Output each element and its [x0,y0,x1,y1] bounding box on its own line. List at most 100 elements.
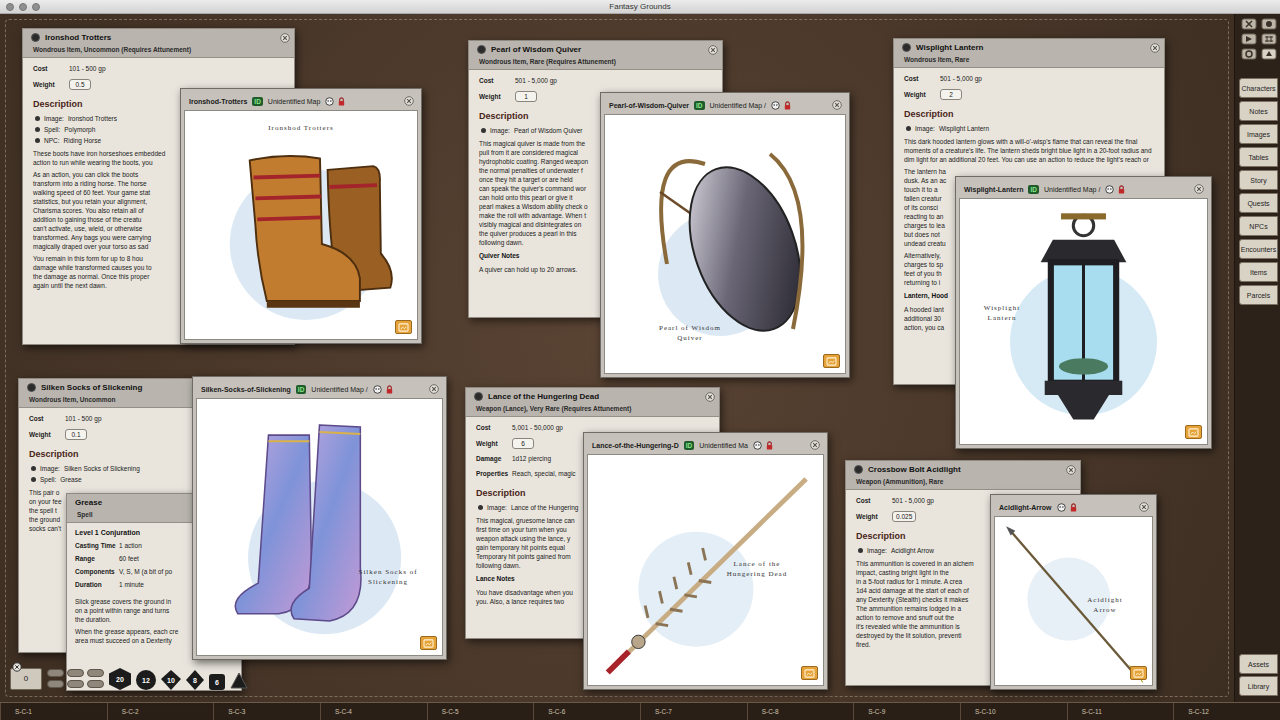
window-header[interactable]: Wisplight LanternWondrous Item, Rare [894,39,1164,68]
close-tool-icon[interactable] [1241,18,1257,30]
field-value-box[interactable]: 0.025 [892,511,916,522]
id-badge[interactable]: ID [296,385,307,394]
sidebar-button[interactable]: Quests [1239,193,1278,213]
image-tools-button[interactable] [420,636,437,650]
mask-icon[interactable] [1105,185,1114,194]
id-badge[interactable]: ID [684,441,695,450]
window-header[interactable]: Crossbow Bolt AcidlightWeapon (Ammunitio… [846,461,1080,490]
field-value-box[interactable]: 1 [515,91,537,102]
record-link-icon[interactable] [854,465,863,474]
image-tools-button[interactable] [1185,425,1202,439]
link-value[interactable]: Riding Horse [64,136,102,145]
close-icon[interactable] [708,45,718,55]
die-button[interactable]: 8 [186,670,204,690]
die-button[interactable]: 10 [161,670,181,690]
field-value-box[interactable]: 2 [940,89,962,100]
record-link-icon[interactable] [474,392,483,401]
close-window-button[interactable] [6,3,14,11]
image-tools-button[interactable] [1130,666,1147,680]
close-icon[interactable] [429,384,439,394]
close-icon[interactable] [1066,465,1076,475]
mask-icon[interactable] [771,101,780,110]
sidebar-button[interactable]: Characters [1239,78,1278,98]
window-header[interactable]: Lance of the Hungering DeadWeapon (Lance… [466,388,719,417]
link-value[interactable]: Ironshod Trotters [68,114,117,123]
die-button[interactable]: 12 [136,670,156,690]
hotkey-slot[interactable]: S-C-7 [640,703,747,720]
window-header[interactable]: Silken-Socks-of-SlickeningIDUnidentified… [196,380,443,398]
lock-icon[interactable] [337,97,346,106]
die-button[interactable]: 20 [109,668,131,690]
hotkey-slot[interactable]: S-C-10 [960,703,1067,720]
window-header[interactable]: Pearl of Wisdom QuiverWondrous Item, Rar… [469,41,722,70]
image-tools-button[interactable] [395,320,412,334]
record-link-icon[interactable] [477,45,486,54]
hotkey-slot[interactable]: S-C-11 [1067,703,1174,720]
window-header[interactable]: Pearl-of-Wisdom-QuiverIDUnidentified Map… [604,96,846,114]
close-icon[interactable] [1150,43,1160,53]
sidebar-button[interactable]: Tables [1239,147,1278,167]
image-window[interactable]: Lance-of-the-Hungering-DIDUnidentified M… [583,432,828,690]
image-window[interactable]: Wisplight-LanternIDUnidentified Map /Wis… [955,176,1212,449]
lock-icon[interactable] [783,101,792,110]
lighting-tool-icon[interactable] [1261,18,1277,30]
lock-icon[interactable] [385,385,394,394]
modifier-button[interactable] [47,669,64,677]
field-value-box[interactable]: 0.1 [65,429,87,440]
close-icon[interactable] [705,392,715,402]
modifier-button[interactable] [67,680,84,688]
hotkey-slot[interactable]: S-C-12 [1173,703,1280,720]
record-link-icon[interactable] [31,33,40,42]
up-arrow-icon[interactable] [1261,48,1277,60]
hotkey-slot[interactable]: S-C-8 [747,703,854,720]
lock-icon[interactable] [1069,503,1078,512]
field-value-box[interactable]: 6 [512,438,534,449]
sidebar-button[interactable]: Assets [1239,654,1278,674]
modifier-button[interactable] [67,669,84,677]
mask-icon[interactable] [1057,503,1066,512]
link-value[interactable]: Pearl of Wisdom Quiver [514,126,583,135]
link-value[interactable]: Polymorph [64,125,95,134]
id-badge[interactable]: ID [694,101,705,110]
pointer-tool-icon[interactable] [1241,33,1257,45]
modifier-box[interactable]: 0 [10,668,42,690]
lock-icon[interactable] [765,441,774,450]
sidebar-button[interactable]: NPCs [1239,216,1278,236]
minimize-window-button[interactable] [19,3,27,11]
sidebar-button[interactable]: Encounters [1239,239,1278,259]
sidebar-button[interactable]: Parcels [1239,285,1278,305]
record-link-icon[interactable] [902,43,911,52]
id-badge[interactable]: ID [1028,185,1039,194]
sidebar-button[interactable]: Story [1239,170,1278,190]
image-window[interactable]: Ironshod-TrottersIDUnidentified MapIrons… [180,88,422,344]
grid-tool-icon[interactable] [1261,33,1277,45]
die-button[interactable]: 6 [209,674,225,690]
mask-icon[interactable] [373,385,382,394]
hotkey-slot[interactable]: S-C-5 [427,703,534,720]
window-header[interactable]: Ironshod-TrottersIDUnidentified Map [184,92,418,110]
hotkey-slot[interactable]: S-C-6 [533,703,640,720]
hotkey-slot[interactable]: S-C-1 [0,703,107,720]
clear-modifier-icon[interactable] [12,662,22,672]
image-window[interactable]: Silken-Socks-of-SlickeningIDUnidentified… [192,376,447,660]
sidebar-button[interactable]: Notes [1239,101,1278,121]
link-value[interactable]: Lance of the Hungering [511,503,579,512]
hotkey-slot[interactable]: S-C-2 [107,703,214,720]
image-tools-button[interactable] [823,354,840,368]
sidebar-button[interactable]: Items [1239,262,1278,282]
link-value[interactable]: Wisplight Lantern [939,124,989,133]
link-value[interactable]: Silken Socks of Slickening [64,464,140,473]
image-tools-button[interactable] [801,666,818,680]
hotkey-slot[interactable]: S-C-9 [853,703,960,720]
link-value[interactable]: Grease [60,475,81,484]
id-badge[interactable]: ID [252,97,263,106]
close-icon[interactable] [1194,184,1204,194]
window-header[interactable]: Wisplight-LanternIDUnidentified Map / [959,180,1208,198]
close-icon[interactable] [280,33,290,43]
sidebar-button[interactable]: Images [1239,124,1278,144]
sidebar-button[interactable]: Library [1239,676,1278,696]
gear-icon[interactable] [1241,48,1257,60]
link-value[interactable]: Acidlight Arrow [891,546,934,555]
d4-button[interactable] [230,672,248,690]
modifier-button[interactable] [87,680,104,688]
